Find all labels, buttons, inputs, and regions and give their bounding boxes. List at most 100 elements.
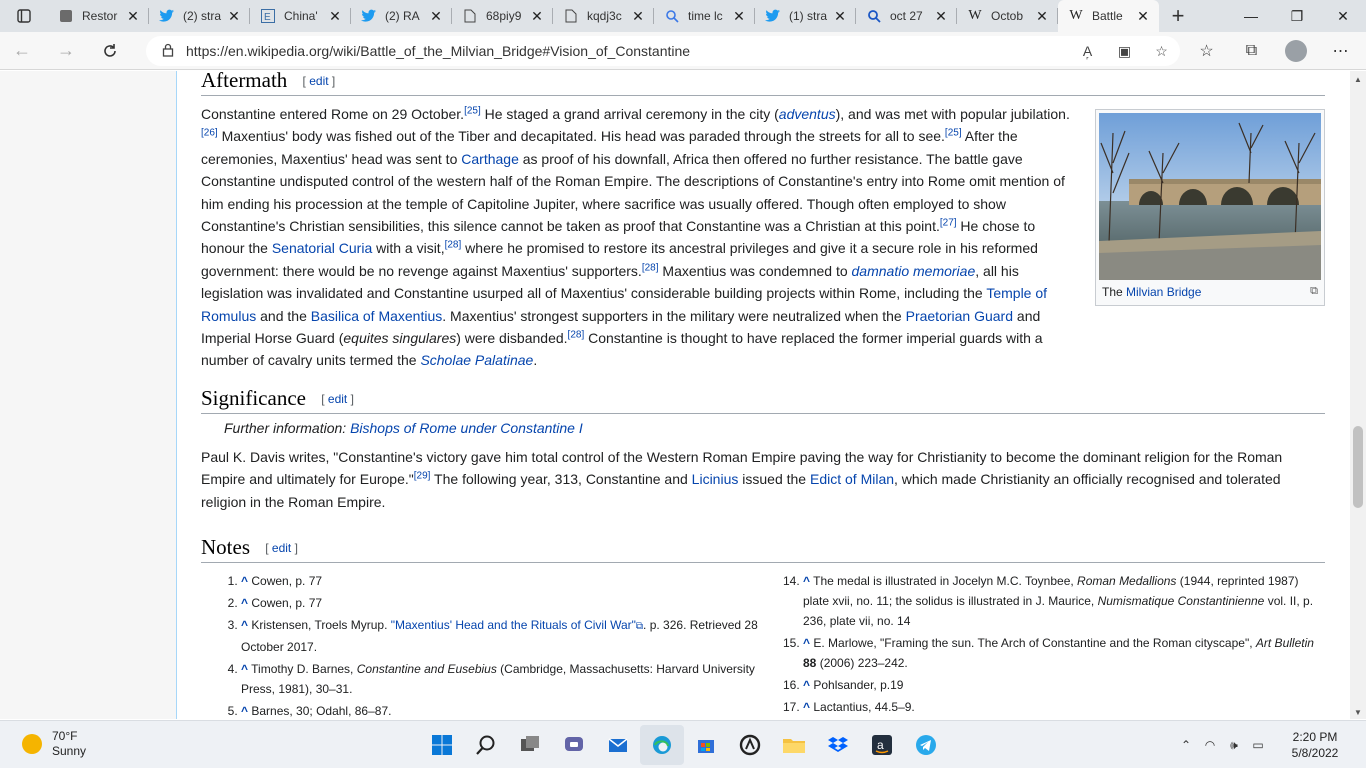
close-icon[interactable]: ✕ [125, 8, 141, 25]
scrollbar-thumb[interactable] [1353, 426, 1363, 508]
scroll-down-icon[interactable]: ▼ [1354, 708, 1362, 717]
battery-icon[interactable]: ▭ [1246, 738, 1270, 752]
close-icon[interactable]: ✕ [1034, 8, 1050, 25]
tab-doc-2[interactable]: kqdj3c ✕ [553, 0, 654, 32]
minimize-button[interactable]: — [1228, 0, 1274, 32]
vertical-scrollbar[interactable]: ▲ ▼ [1350, 71, 1366, 719]
new-tab-button[interactable]: + [1159, 0, 1197, 32]
backlink-caret[interactable]: ^ [803, 700, 810, 714]
backlink-caret[interactable]: ^ [241, 596, 248, 610]
external-source-link[interactable]: "Maxentius' Head and the Rituals of Civi… [391, 618, 636, 632]
clock[interactable]: 2:20 PM 5/8/2022 [1276, 729, 1354, 761]
app-button[interactable] [728, 725, 772, 765]
senatorial-curia-link[interactable]: Senatorial Curia [272, 240, 372, 256]
start-button[interactable] [420, 725, 464, 765]
backlink-caret[interactable]: ^ [241, 662, 248, 676]
bishops-of-rome-link[interactable]: Bishops of Rome under Constantine I [350, 420, 583, 436]
telegram-button[interactable] [904, 725, 948, 765]
document-icon [563, 8, 579, 24]
close-icon[interactable]: ✕ [933, 8, 949, 25]
wikipedia-icon: W [968, 8, 982, 23]
milvian-bridge-image[interactable] [1099, 113, 1321, 280]
list-item: ^ Kristensen, Troels Myrup. "Maxentius' … [241, 615, 763, 657]
tab-china[interactable]: E China' ✕ [250, 0, 351, 32]
teams-chat-button[interactable] [552, 725, 596, 765]
tab-doc-1[interactable]: 68piy9 ✕ [452, 0, 553, 32]
backlink-caret[interactable]: ^ [241, 618, 248, 632]
edit-link[interactable]: edit [328, 392, 347, 406]
amazon-button[interactable]: a [860, 725, 904, 765]
tab-wiki-battle[interactable]: W Battle ✕ [1058, 0, 1159, 32]
tab-search-1[interactable]: time lc ✕ [654, 0, 755, 32]
close-icon[interactable]: ✕ [731, 8, 747, 25]
tab-wiki-october[interactable]: W Octob ✕ [957, 0, 1058, 32]
show-hidden-icons[interactable]: ⌃ [1174, 738, 1198, 752]
citation[interactable]: [28] [642, 262, 659, 273]
close-icon[interactable]: ✕ [226, 8, 242, 25]
backlink-caret[interactable]: ^ [803, 678, 810, 692]
basilica-of-maxentius-link[interactable]: Basilica of Maxentius [311, 308, 443, 324]
circular-app-icon [739, 734, 761, 756]
collections-button[interactable]: ⧉ [1229, 42, 1274, 60]
url-field[interactable]: https://en.wikipedia.org/wiki/Battle_of_… [146, 36, 1180, 66]
tab-twitter-2[interactable]: (2) RA ✕ [351, 0, 452, 32]
milvian-bridge-link[interactable]: Milvian Bridge [1126, 285, 1201, 299]
citation[interactable]: [28] [445, 240, 462, 251]
search-button[interactable] [464, 725, 508, 765]
backlink-caret[interactable]: ^ [803, 574, 810, 588]
wifi-icon[interactable]: ◠ [1198, 738, 1222, 752]
task-view-button[interactable] [508, 725, 552, 765]
read-aloud-button[interactable]: A᷊ [1069, 43, 1106, 59]
forward-button[interactable]: → [44, 32, 88, 70]
close-icon[interactable]: ✕ [529, 8, 545, 25]
praetorian-guard-link[interactable]: Praetorian Guard [906, 308, 1013, 324]
licinius-link[interactable]: Licinius [692, 471, 739, 487]
close-icon[interactable]: ✕ [327, 8, 343, 25]
add-favorite-button[interactable]: ☆ [1143, 43, 1180, 60]
tab-search-2[interactable]: oct 27 ✕ [856, 0, 957, 32]
scroll-up-icon[interactable]: ▲ [1354, 75, 1362, 84]
file-explorer-button[interactable] [772, 725, 816, 765]
text: Maxentius' body was fished out of the Ti… [217, 128, 945, 145]
edit-link[interactable]: edit [272, 541, 291, 555]
enlarge-icon[interactable]: ⧉ [1310, 285, 1318, 299]
settings-menu-button[interactable]: ⋯ [1318, 41, 1363, 61]
dropbox-button[interactable] [816, 725, 860, 765]
immersive-reader-button[interactable]: ▣ [1106, 43, 1143, 60]
citation[interactable]: [25] [464, 105, 481, 116]
tab-twitter-3[interactable]: (1) stra ✕ [755, 0, 856, 32]
close-icon[interactable]: ✕ [832, 8, 848, 25]
tab-restore[interactable]: Restor ✕ [48, 0, 149, 32]
edit-link[interactable]: edit [309, 74, 328, 88]
citation[interactable]: [27] [940, 217, 957, 228]
backlink-caret[interactable]: ^ [803, 636, 810, 650]
citation[interactable]: [26] [201, 128, 218, 139]
store-button[interactable] [684, 725, 728, 765]
volume-icon[interactable]: 🕪 [1222, 738, 1246, 753]
backlink-caret[interactable]: ^ [241, 574, 248, 588]
tab-actions-button[interactable] [0, 0, 48, 32]
weather-widget[interactable]: 70°F Sunny [22, 729, 86, 759]
reload-button[interactable] [88, 32, 132, 70]
close-icon[interactable]: ✕ [1135, 8, 1151, 25]
edge-button[interactable] [640, 725, 684, 765]
adventus-link[interactable]: adventus [779, 106, 836, 122]
tab-twitter-1[interactable]: (2) stra ✕ [149, 0, 250, 32]
mail-button[interactable] [596, 725, 640, 765]
maximize-button[interactable]: ❐ [1274, 0, 1320, 32]
edict-of-milan-link[interactable]: Edict of Milan [810, 471, 894, 487]
damnatio-memoriae-link[interactable]: damnatio memoriae [852, 263, 976, 279]
close-icon[interactable]: ✕ [428, 8, 444, 25]
citation[interactable]: [28] [568, 329, 585, 340]
citation[interactable]: [25] [945, 128, 962, 139]
favorites-button[interactable]: ☆ [1184, 41, 1229, 61]
backlink-caret[interactable]: ^ [241, 704, 248, 718]
scholae-palatinae-link[interactable]: Scholae Palatinae [420, 352, 533, 368]
citation[interactable]: [29] [414, 471, 431, 482]
carthage-link[interactable]: Carthage [461, 151, 519, 167]
close-icon[interactable]: ✕ [630, 8, 646, 25]
close-window-button[interactable]: ✕ [1320, 0, 1366, 32]
avatar[interactable] [1285, 40, 1307, 62]
back-button[interactable]: ← [0, 32, 44, 70]
amazon-icon: a [872, 735, 892, 755]
